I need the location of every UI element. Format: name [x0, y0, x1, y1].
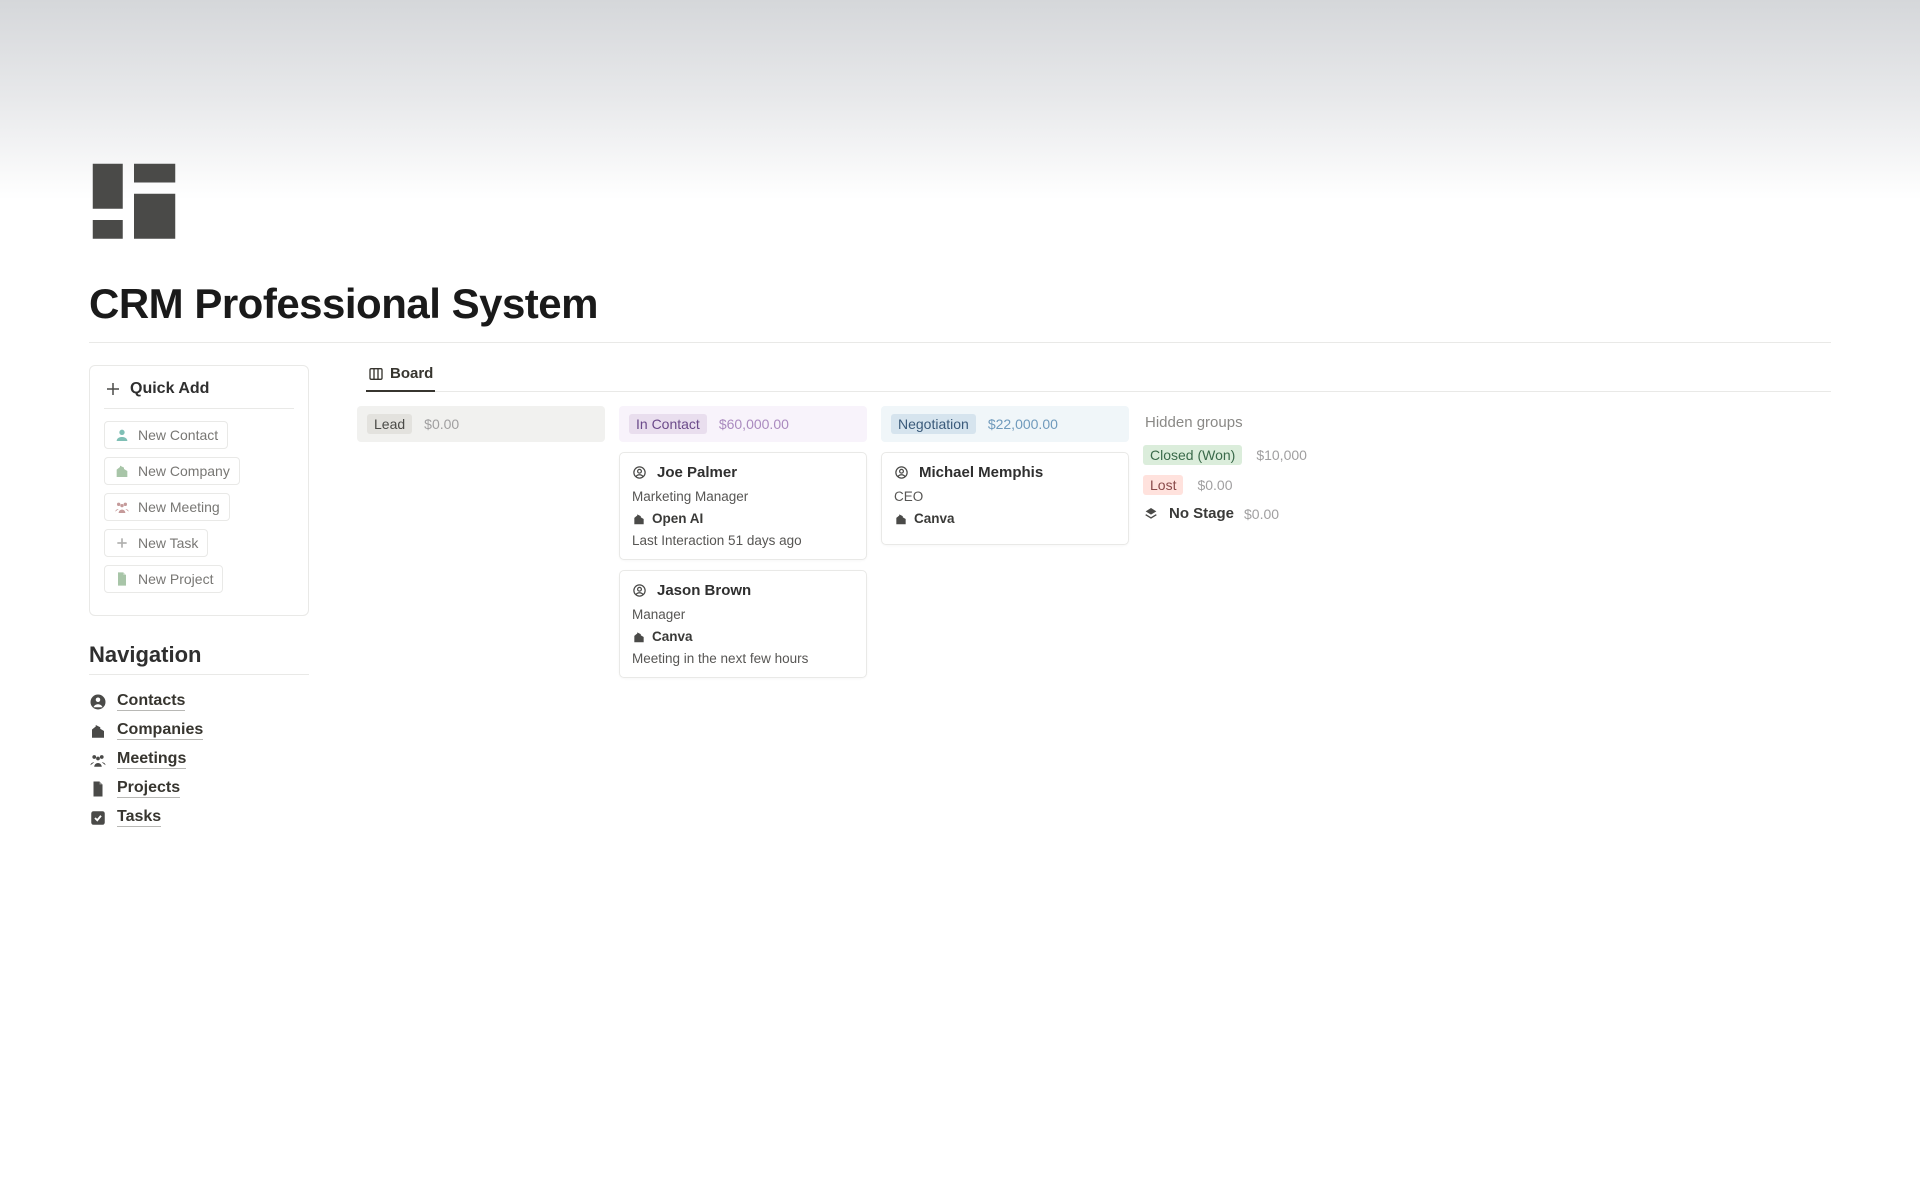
nav-item-contacts[interactable]: Contacts	[89, 687, 309, 716]
card-joe-palmer[interactable]: Joe Palmer Marketing Manager Open AI Last I…	[619, 452, 867, 560]
stage-amount: $0.00	[424, 416, 459, 432]
person-circle-icon	[894, 465, 909, 480]
sidebar: Quick Add New Contact New Company New Meet…	[89, 365, 309, 832]
stage-tag: Lost	[1143, 475, 1183, 495]
building-icon	[632, 512, 646, 526]
nav-item-label: Tasks	[117, 808, 161, 827]
file-icon	[114, 571, 130, 587]
hidden-row-lost[interactable]: Lost $0.00	[1143, 475, 1323, 495]
building-icon	[894, 512, 908, 526]
quick-add-label: Quick Add	[130, 380, 209, 398]
card-role: Marketing Manager	[632, 489, 854, 504]
stage-tag: Closed (Won)	[1143, 445, 1242, 465]
quick-add-new-project[interactable]: New Project	[104, 565, 223, 593]
title-divider	[89, 342, 1831, 343]
column-negotiation: Negotiation $22,000.00 Michael Memphis CEO C…	[881, 406, 1129, 688]
page-icon-dashboard	[89, 160, 179, 250]
page-title: CRM Professional System	[89, 280, 1831, 328]
column-header[interactable]: Lead $0.00	[357, 406, 605, 442]
layers-off-icon	[1143, 506, 1159, 522]
no-stage-amount: $0.00	[1244, 506, 1279, 522]
nav-item-label: Companies	[117, 721, 203, 740]
nav-item-meetings[interactable]: Meetings	[89, 745, 309, 774]
stage-amount: $60,000.00	[719, 416, 789, 432]
main-area: Board Lead $0.00 In Contact $60,000.00 Joe P…	[357, 365, 1831, 688]
plus-icon	[104, 380, 122, 398]
hidden-row-closed-won-[interactable]: Closed (Won) $10,000	[1143, 445, 1323, 465]
nav-item-companies[interactable]: Companies	[89, 716, 309, 745]
quick-btn-label: New Company	[138, 463, 230, 479]
card-company: Canva	[652, 629, 693, 644]
card-meta: Last Interaction 51 days ago	[632, 533, 854, 548]
card-company: Open AI	[652, 511, 703, 526]
building-icon	[114, 463, 130, 479]
nav-item-label: Contacts	[117, 692, 185, 711]
account-icon	[89, 693, 107, 711]
column-lead: Lead $0.00	[357, 406, 605, 688]
nav-item-projects[interactable]: Projects	[89, 774, 309, 803]
stage-tag: In Contact	[629, 414, 707, 434]
hidden-groups: Hidden groups Closed (Won) $10,000 Lost $0.…	[1143, 406, 1323, 522]
card-michael-memphis[interactable]: Michael Memphis CEO Canva	[881, 452, 1129, 545]
person-icon	[114, 427, 130, 443]
card-company: Canva	[914, 511, 955, 526]
quick-add-new-company[interactable]: New Company	[104, 457, 240, 485]
column-header[interactable]: In Contact $60,000.00	[619, 406, 867, 442]
kanban-board: Lead $0.00 In Contact $60,000.00 Joe Palmer M…	[357, 406, 1831, 688]
person-circle-icon	[632, 465, 647, 480]
card-name: Michael Memphis	[919, 464, 1043, 481]
card-meta: Meeting in the next few hours	[632, 651, 854, 666]
hidden-amount: $10,000	[1256, 447, 1307, 463]
people-icon	[114, 499, 130, 515]
building-icon	[89, 722, 107, 740]
card-name: Jason Brown	[657, 582, 751, 599]
quick-btn-label: New Task	[138, 535, 198, 551]
stage-tag: Lead	[367, 414, 412, 434]
quick-add-new-task[interactable]: New Task	[104, 529, 208, 557]
stage-amount: $22,000.00	[988, 416, 1058, 432]
quick-add-new-meeting[interactable]: New Meeting	[104, 493, 230, 521]
column-header[interactable]: Negotiation $22,000.00	[881, 406, 1129, 442]
card-role: Manager	[632, 607, 854, 622]
quick-btn-label: New Contact	[138, 427, 218, 443]
quick-add-panel: Quick Add New Contact New Company New Meet…	[89, 365, 309, 616]
plus-icon	[114, 535, 130, 551]
quick-btn-label: New Meeting	[138, 499, 220, 515]
card-jason-brown[interactable]: Jason Brown Manager Canva Meeting in the ne…	[619, 570, 867, 678]
nav-item-label: Projects	[117, 779, 180, 798]
person-circle-icon	[632, 583, 647, 598]
tab-board[interactable]: Board	[366, 365, 435, 392]
card-role: CEO	[894, 489, 1116, 504]
nav-item-label: Meetings	[117, 750, 186, 769]
quick-add-new-contact[interactable]: New Contact	[104, 421, 228, 449]
file-icon	[89, 780, 107, 798]
card-name: Joe Palmer	[657, 464, 737, 481]
navigation-heading: Navigation	[89, 642, 309, 675]
tab-bar: Board	[366, 365, 1831, 392]
board-icon	[368, 366, 384, 382]
hidden-amount: $0.00	[1197, 477, 1232, 493]
no-stage-label: No Stage	[1169, 505, 1234, 522]
no-stage-row[interactable]: No Stage $0.00	[1143, 505, 1323, 522]
check-icon	[89, 809, 107, 827]
quick-add-heading: Quick Add	[104, 380, 294, 409]
quick-btn-label: New Project	[138, 571, 213, 587]
tab-board-label: Board	[390, 365, 433, 382]
column-in-contact: In Contact $60,000.00 Joe Palmer Marketing …	[619, 406, 867, 688]
people-icon	[89, 751, 107, 769]
nav-item-tasks[interactable]: Tasks	[89, 803, 309, 832]
hidden-groups-title: Hidden groups	[1145, 414, 1323, 431]
stage-tag: Negotiation	[891, 414, 976, 434]
building-icon	[632, 630, 646, 644]
